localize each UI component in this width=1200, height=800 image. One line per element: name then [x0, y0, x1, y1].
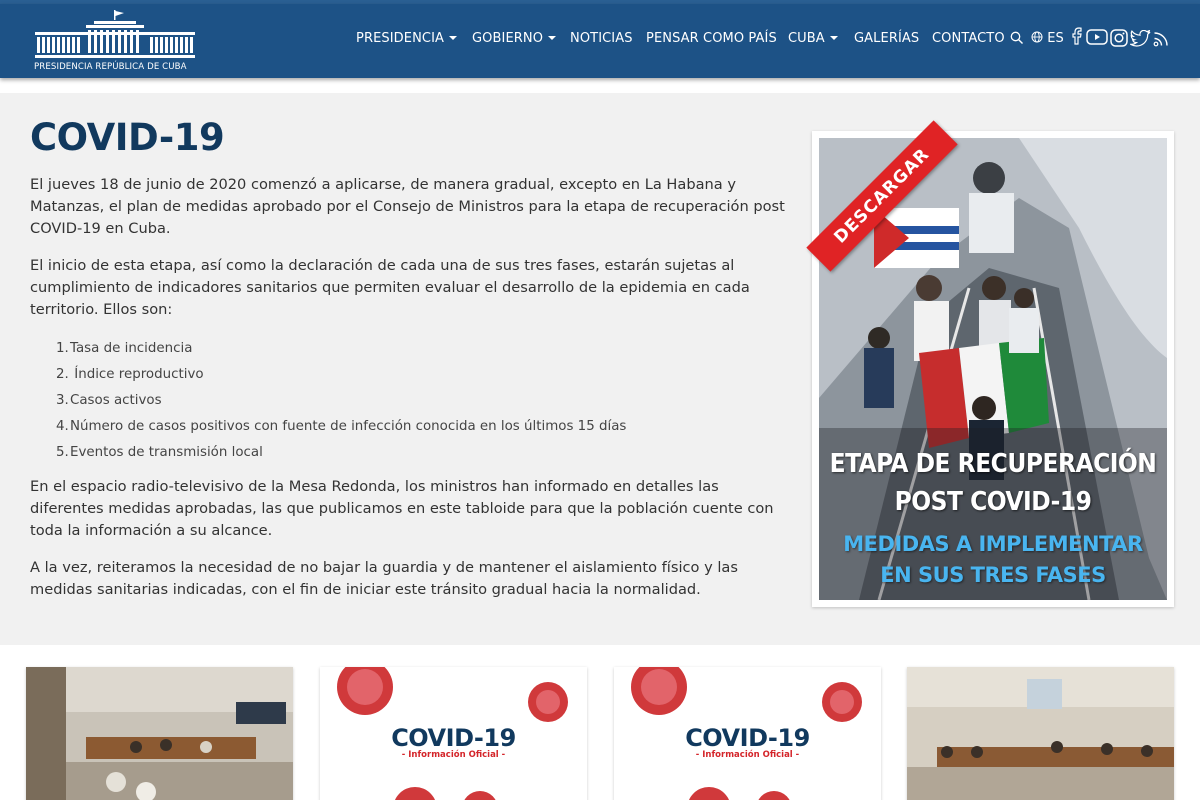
youtube-icon[interactable] [1086, 29, 1108, 45]
list-number: 4. [56, 419, 69, 434]
list-text: Número de casos positivos con fuente de … [70, 419, 627, 434]
nav-label: GALERÍAS [854, 31, 920, 46]
nav-gobierno[interactable]: GOBIERNO [472, 31, 557, 46]
list-item: 5. Eventos de transmisión local [30, 442, 770, 468]
list-number: 2. [56, 367, 69, 382]
poster-line-4: EN SUS TRES FASES [880, 563, 1106, 587]
facebook-icon[interactable] [1071, 27, 1083, 45]
poster-line-2: POST COVID-19 [894, 487, 1092, 517]
indicators-list: 1. Tasa de incidencia 2. Índice reproduct… [30, 338, 770, 468]
poster-line-3: MEDIDAS A IMPLEMENTAR [843, 532, 1143, 556]
caret-down-icon [829, 35, 838, 40]
nav-label: PENSAR COMO PAÍS [646, 31, 777, 46]
paragraph-1: El jueves 18 de junio de 2020 comenzó a … [30, 176, 785, 237]
nav-label: GOBIERNO [472, 31, 544, 46]
palace-logo-icon [35, 10, 195, 58]
poster-line-1: ETAPA DE RECUPERACIÓN [829, 449, 1157, 479]
caret-down-icon [548, 35, 557, 40]
list-text: Casos activos [70, 393, 162, 408]
covid-info-card[interactable]: COVID-19 - Información Oficial - [320, 667, 587, 800]
paragraph-4: A la vez, reiteramos la necesidad de no … [30, 559, 738, 598]
list-text: Eventos de transmisión local [70, 445, 263, 460]
page-title: COVID-19 [30, 116, 225, 159]
news-card[interactable] [26, 667, 293, 800]
nav-label: CONTACTO [932, 31, 1005, 46]
twitter-icon[interactable] [1130, 30, 1151, 47]
list-number: 3. [56, 393, 69, 408]
site-logo[interactable]: PRESIDENCIA REPÚBLICA DE CUBA [34, 8, 196, 74]
covid-info-card[interactable]: COVID-19 - Información Oficial - [614, 667, 881, 800]
paragraph-2: El inicio de esta etapa, así como la dec… [30, 257, 750, 318]
nav-label: NOTICIAS [570, 31, 633, 46]
card-subtitle: - Información Oficial - [695, 750, 800, 760]
instagram-icon[interactable] [1110, 29, 1128, 47]
nav-presidencia[interactable]: PRESIDENCIA [356, 31, 458, 46]
nav-contacto[interactable]: CONTACTO [932, 31, 1005, 46]
list-item: 1. Tasa de incidencia [30, 338, 770, 364]
language-label: ES [1047, 31, 1064, 46]
paragraph-3: En el espacio radio-televisivo de la Mes… [30, 478, 774, 539]
nav-label: CUBA [788, 31, 825, 46]
list-item: 2. Índice reproductivo [30, 364, 770, 390]
news-card[interactable] [907, 667, 1174, 800]
card-subtitle: - Información Oficial - [401, 750, 506, 760]
language-switcher[interactable]: ES [1031, 31, 1064, 46]
caret-down-icon [449, 35, 458, 40]
site-header: PRESIDENCIA REPÚBLICA DE CUBA PRESIDENCI… [0, 4, 1200, 78]
download-poster[interactable]: ETAPA DE RECUPERACIÓN POST COVID-19 MEDI… [806, 120, 1174, 607]
logo-text: PRESIDENCIA REPÚBLICA DE CUBA [34, 62, 187, 72]
list-text: Tasa de incidencia [70, 341, 193, 356]
meeting-photo [26, 667, 293, 800]
nav-galerias[interactable]: GALERÍAS [854, 31, 919, 46]
list-item: 3. Casos activos [30, 390, 770, 416]
list-number: 5. [56, 445, 69, 460]
rss-icon[interactable] [1153, 31, 1169, 47]
card-title: COVID-19 [391, 724, 516, 752]
meeting-photo [907, 667, 1174, 800]
nav-noticias[interactable]: NOTICIAS [570, 31, 633, 46]
globe-icon [1031, 31, 1043, 43]
list-item: 4. Número de casos positivos con fuente d… [30, 416, 770, 442]
nav-label: PRESIDENCIA [356, 31, 445, 46]
nav-pensar-como-pais[interactable]: PENSAR COMO PAÍS [646, 31, 777, 46]
card-title: COVID-19 [685, 724, 810, 752]
list-number: 1. [56, 341, 69, 356]
list-text: Índice reproductivo [70, 367, 204, 382]
nav-cuba[interactable]: CUBA [788, 31, 838, 46]
search-icon[interactable] [1010, 31, 1024, 45]
